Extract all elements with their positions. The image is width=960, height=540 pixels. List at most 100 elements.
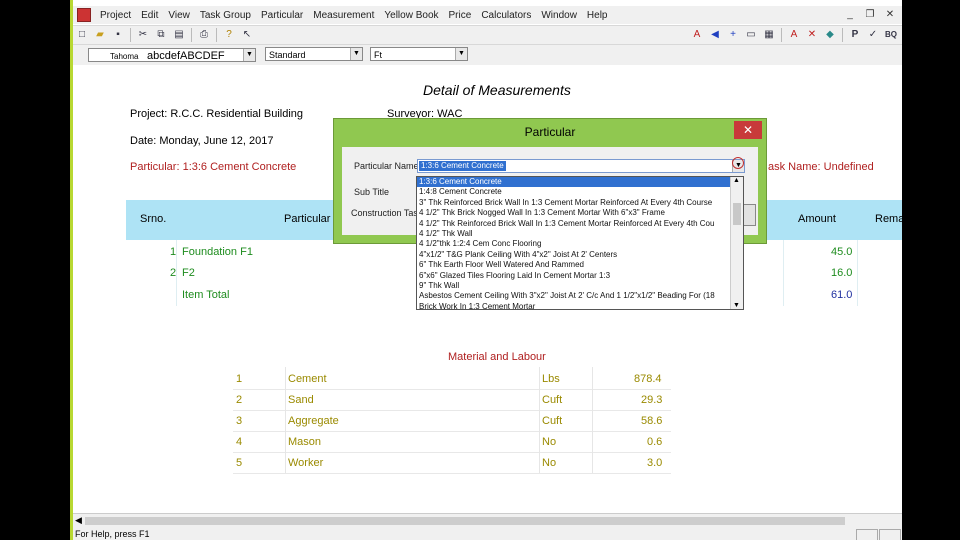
dropdown-scroll-thumb[interactable] — [733, 203, 741, 225]
menu-measurement[interactable]: Measurement — [308, 10, 379, 21]
scroll-up-icon[interactable]: ▲ — [733, 177, 740, 184]
check-icon[interactable]: ✓ — [866, 28, 880, 42]
font-sample: abcdefABCDEF — [146, 50, 225, 62]
refresh-icon[interactable]: ◆ — [823, 28, 837, 42]
help-question-icon[interactable]: ? — [222, 28, 236, 42]
chevron-down-icon[interactable]: ▼ — [350, 48, 362, 60]
menu-window[interactable]: Window — [536, 10, 582, 21]
document-icon[interactable]: ▭ — [744, 28, 758, 42]
context-help-icon[interactable]: ↖ — [240, 28, 254, 42]
restore-button[interactable]: ❐ — [864, 9, 876, 21]
material-row[interactable]: 5 Worker No 3.0 — [233, 453, 671, 474]
menu-project[interactable]: Project — [95, 10, 136, 21]
dropdown-item[interactable]: 4 1/2" Thk Brick Nogged Wall In 1:3 Ceme… — [417, 208, 733, 218]
app-icon[interactable] — [77, 8, 91, 22]
dropdown-item[interactable]: 4 1/2" Thk Wall — [417, 229, 733, 239]
dropdown-item[interactable]: 1:3:6 Cement Concrete — [417, 177, 733, 188]
header-remarks: Rema — [875, 213, 902, 225]
add-item-icon[interactable]: + — [726, 28, 740, 42]
material-unit: Lbs — [542, 373, 560, 385]
header-particular: Particular — [284, 213, 331, 225]
menu-particular[interactable]: Particular — [256, 10, 308, 21]
material-no: 3 — [236, 415, 243, 427]
scroll-thumb[interactable] — [85, 517, 845, 525]
menu-edit[interactable]: Edit — [136, 10, 163, 21]
particular-label: Particular: 1:3:6 Cement Concrete — [130, 161, 297, 173]
paste-icon[interactable]: ▤ — [172, 28, 186, 42]
move-left-icon[interactable]: ◀ — [708, 28, 722, 42]
dropdown-item[interactable]: 6" Thk Earth Floor Well Watered And Ramm… — [417, 260, 733, 270]
status-text: For Help, press F1 — [75, 529, 150, 539]
grid-line — [285, 367, 286, 473]
toolbar-separator — [216, 28, 217, 42]
menu-bar: Project Edit View Task Group Particular … — [73, 6, 902, 24]
font-name: Tahoma — [110, 52, 139, 61]
unit-value: Ft — [374, 50, 382, 60]
total-value: 61.0 — [831, 289, 853, 301]
bq-icon[interactable]: BQ — [884, 28, 898, 42]
menu-view[interactable]: View — [163, 10, 195, 21]
menu-task-group[interactable]: Task Group — [195, 10, 256, 21]
grid-line — [592, 367, 593, 473]
unit-select[interactable]: Ft ▼ — [370, 47, 468, 61]
dropdown-item[interactable]: Brick Work In 1:3 Cement Mortar — [417, 302, 733, 309]
dropdown-item[interactable]: 3" Thk Reinforced Brick Wall In 1:3 Ceme… — [417, 198, 733, 208]
chevron-down-icon[interactable]: ▼ — [455, 48, 467, 60]
scroll-left-icon[interactable]: ◀ — [75, 515, 82, 526]
material-no: 1 — [236, 373, 243, 385]
toolbar-separator — [130, 28, 131, 42]
material-unit: Cuft — [542, 415, 563, 427]
grid-line — [176, 240, 177, 306]
menu-yellow-book[interactable]: Yellow Book — [379, 10, 443, 21]
cut-icon[interactable]: ✂ — [136, 28, 150, 42]
material-no: 4 — [236, 436, 243, 448]
new-file-icon[interactable]: □ — [75, 28, 89, 42]
dropdown-item[interactable]: 1:4:8 Cement Concrete — [417, 187, 733, 197]
menu-price[interactable]: Price — [444, 10, 477, 21]
dropdown-scrollbar[interactable]: ▲ ▼ — [730, 177, 743, 309]
materials-title: Material and Labour — [448, 351, 546, 363]
material-qty: 29.3 — [641, 394, 663, 406]
open-folder-icon[interactable]: ▰ — [93, 28, 107, 42]
cursor-indicator-icon — [732, 157, 744, 169]
menu-help[interactable]: Help — [582, 10, 613, 21]
dropdown-item[interactable]: Asbestos Cement Ceiling With 3"x2" Joist… — [417, 291, 733, 301]
print-icon[interactable]: ⎙ — [197, 28, 211, 42]
header-amount: Amount — [798, 213, 836, 225]
material-unit: No — [542, 436, 557, 448]
dialog-action-button[interactable] — [742, 204, 756, 226]
project-label: Project: R.C.C. Residential Building — [130, 108, 304, 120]
menu-calculators[interactable]: Calculators — [476, 10, 536, 21]
style-select[interactable]: Standard ▼ — [265, 47, 363, 61]
row-particular: F2 — [182, 267, 195, 279]
material-row[interactable]: 4 Mason No 0.6 — [233, 432, 671, 453]
font-select[interactable]: Tahoma abcdefABCDEF ▼ — [88, 48, 256, 62]
chevron-down-icon[interactable]: ▼ — [243, 49, 255, 61]
material-row[interactable]: 3 Aggregate Cuft 58.6 — [233, 411, 671, 432]
scroll-down-icon[interactable]: ▼ — [733, 302, 740, 309]
status-pane — [856, 529, 878, 540]
toolbar-separator — [781, 28, 782, 42]
delete-icon[interactable]: ✕ — [805, 28, 819, 42]
material-row[interactable]: 2 Sand Cuft 29.3 — [233, 390, 671, 411]
dropdown-item[interactable]: 4 1/2" Thk Reinforced Brick Wall In 1:3 … — [417, 219, 733, 229]
horizontal-scrollbar[interactable]: ◀ — [73, 513, 902, 528]
close-window-button[interactable]: ✕ — [884, 9, 896, 21]
edit-document-icon[interactable]: ▦ — [762, 28, 776, 42]
particular-name-combo[interactable]: 1:3:6 Cement Concrete ▼ — [417, 159, 745, 173]
material-qty: 0.6 — [647, 436, 663, 448]
material-row[interactable]: 1 Cement Lbs 878.4 — [233, 369, 671, 390]
dropdown-item[interactable]: 6"x6" Glazed Tiles Flooring Laid In Ceme… — [417, 271, 733, 281]
dialog-close-button[interactable]: ✕ — [734, 121, 762, 139]
minimize-button[interactable]: _ — [844, 9, 856, 21]
dropdown-item[interactable]: 4"x1/2" T&G Plank Ceiling With 4"x2" Joi… — [417, 250, 733, 260]
copy-icon[interactable]: ⧉ — [154, 28, 168, 42]
dropdown-item[interactable]: 9" Thk Wall — [417, 281, 733, 291]
p-icon[interactable]: P — [848, 28, 862, 42]
dropdown-item[interactable]: 4 1/2"thk 1:2:4 Cem Conc Flooring — [417, 239, 733, 249]
save-icon[interactable]: ▪ — [111, 28, 125, 42]
particular-dropdown-list[interactable]: 1:3:6 Cement Concrete 1:4:8 Cement Concr… — [416, 176, 744, 310]
font-color-icon[interactable]: A — [690, 28, 704, 42]
font-style-icon[interactable]: A — [787, 28, 801, 42]
row-amount: 16.0 — [831, 267, 853, 279]
